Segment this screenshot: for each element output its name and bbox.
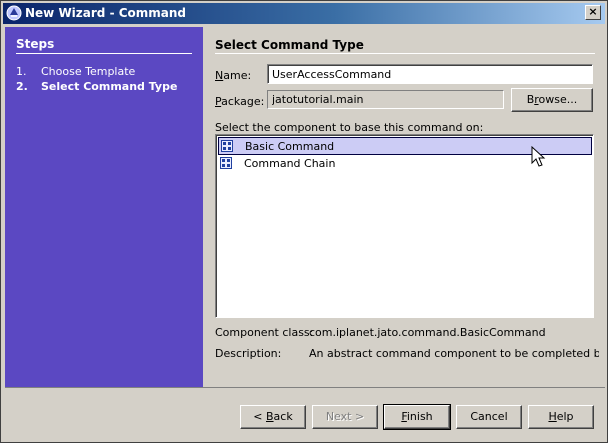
- main-panel: Select Command Type Name: Package: Brows…: [203, 27, 605, 387]
- component-list-caption: Select the component to base this comman…: [215, 121, 484, 134]
- back-button[interactable]: < Back: [240, 405, 306, 429]
- component-class-label: Component class:: [215, 326, 314, 339]
- title-bar[interactable]: New Wizard - Command ×: [3, 3, 605, 24]
- package-input[interactable]: [267, 90, 504, 109]
- wizard-window: New Wizard - Command × Steps 1. Choose Te…: [0, 0, 608, 443]
- step-number: 1.: [16, 65, 27, 78]
- component-icon: [220, 157, 232, 169]
- description-value: An abstract command component to be comp…: [309, 347, 599, 360]
- footer-divider: [5, 387, 605, 388]
- browse-button[interactable]: Browse...: [511, 88, 593, 112]
- close-button[interactable]: ×: [585, 5, 601, 20]
- component-icon: [221, 140, 233, 152]
- name-label: Name:: [215, 69, 252, 82]
- netbeans-app-icon: [6, 5, 22, 21]
- steps-panel: Steps 1. Choose Template 2. Select Command…: [5, 27, 203, 387]
- list-item-label: Command Chain: [244, 157, 336, 170]
- section-divider: [215, 53, 595, 54]
- step-label: Choose Template: [41, 65, 136, 78]
- step-choose-template: 1. Choose Template: [16, 65, 135, 78]
- close-icon: ×: [588, 5, 598, 18]
- help-button[interactable]: Help: [528, 405, 594, 429]
- component-class-value: com.iplanet.jato.command.BasicCommand: [309, 326, 546, 339]
- section-title: Select Command Type: [215, 38, 364, 52]
- package-label: Package:: [215, 95, 265, 108]
- finish-button[interactable]: Finish: [383, 404, 451, 430]
- next-button[interactable]: Next >: [312, 405, 378, 429]
- cancel-button[interactable]: Cancel: [456, 405, 522, 429]
- list-item-label: Basic Command: [245, 140, 335, 153]
- mouse-pointer-icon: [531, 146, 546, 167]
- steps-title: Steps: [16, 37, 55, 51]
- step-label: Select Command Type: [41, 80, 178, 93]
- description-label: Description:: [215, 347, 282, 360]
- steps-divider: [16, 53, 192, 54]
- step-select-command-type: 2. Select Command Type: [16, 80, 177, 93]
- name-input[interactable]: [267, 64, 593, 84]
- step-number: 2.: [16, 80, 28, 93]
- window-title: New Wizard - Command: [25, 6, 187, 20]
